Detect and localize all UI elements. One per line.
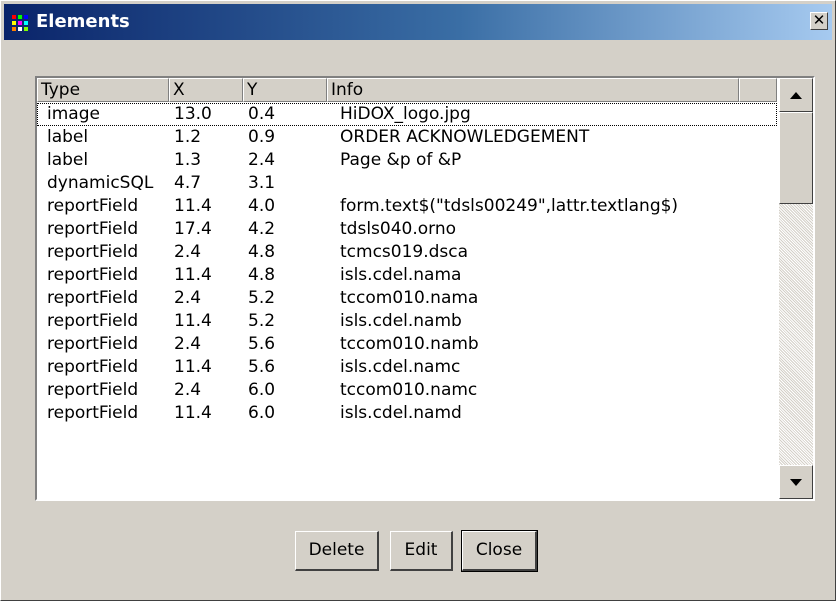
column-header-type[interactable]: Type [37, 78, 169, 102]
table-row[interactable]: reportField 11.4 6.0 isls.cdel.namd [37, 402, 777, 425]
cell-y: 4.8 [248, 242, 276, 262]
arrow-up-icon [790, 91, 802, 99]
table-row[interactable]: reportField 11.4 5.2 isls.cdel.namb [37, 310, 777, 333]
table-row[interactable]: dynamicSQL 4.7 3.1 [37, 172, 777, 195]
cell-info: tdsls040.orno [340, 219, 457, 239]
cell-y: 5.6 [248, 357, 276, 377]
table-row[interactable]: label 1.3 2.4 Page &p of &P [37, 149, 777, 172]
cell-type: reportField [47, 288, 139, 308]
list-rows: image 13.0 0.4 HiDOX_logo.jpg label 1.2 0.9 OR… [37, 103, 777, 425]
cell-info: isls.cdel.nama [340, 265, 462, 285]
cell-info: HiDOX_logo.jpg [340, 104, 471, 124]
cell-y: 4.8 [248, 265, 276, 285]
table-row[interactable]: reportField 11.4 5.6 isls.cdel.namc [37, 356, 777, 379]
cell-info: isls.cdel.namb [340, 311, 462, 331]
cell-info: Page &p of &P [340, 150, 462, 170]
cell-type: reportField [47, 357, 139, 377]
table-row[interactable]: reportField 2.4 5.6 tccom010.namb [37, 333, 777, 356]
cell-y: 3.1 [248, 173, 276, 193]
cell-y: 5.2 [248, 288, 276, 308]
cell-x: 4.7 [174, 173, 202, 193]
cell-x: 11.4 [174, 403, 212, 423]
cell-y: 5.2 [248, 311, 276, 331]
arrow-down-icon [790, 478, 802, 486]
cell-y: 6.0 [248, 380, 276, 400]
cell-y: 4.2 [248, 219, 276, 239]
column-header-y[interactable]: Y [243, 78, 327, 102]
cell-x: 2.4 [174, 380, 202, 400]
cell-type: reportField [47, 196, 139, 216]
elements-window: Elements ✕ Type X Y Info image 13.0 0.4 HiD… [0, 0, 836, 601]
list-header: Type X Y Info [37, 78, 777, 102]
cell-info: tccom010.nama [340, 288, 479, 308]
column-header-filler [739, 78, 777, 102]
cell-type: image [47, 104, 100, 124]
cell-type: reportField [47, 311, 139, 331]
scroll-up-button[interactable] [779, 78, 813, 112]
cell-info: tccom010.namb [340, 334, 479, 354]
cell-y: 0.9 [248, 127, 276, 147]
scroll-down-button[interactable] [779, 465, 813, 499]
table-row[interactable]: reportField 11.4 4.0 form.text$("tdsls00249… [37, 195, 777, 218]
cell-type: reportField [47, 265, 139, 285]
edit-button[interactable]: Edit [390, 531, 453, 571]
cell-y: 4.0 [248, 196, 276, 216]
title-bar[interactable]: Elements ✕ [4, 4, 832, 40]
table-row[interactable]: reportField 2.4 6.0 tccom010.namc [37, 379, 777, 402]
column-header-info[interactable]: Info [327, 78, 739, 102]
cell-info: ORDER ACKNOWLEDGEMENT [340, 127, 590, 147]
cell-x: 11.4 [174, 265, 212, 285]
cell-type: label [47, 127, 89, 147]
cell-x: 2.4 [174, 334, 202, 354]
cell-y: 0.4 [248, 104, 276, 124]
vertical-scrollbar[interactable] [779, 78, 813, 499]
cell-type: reportField [47, 403, 139, 423]
cell-type: label [47, 150, 89, 170]
cell-x: 1.2 [174, 127, 202, 147]
cell-type: reportField [47, 219, 139, 239]
close-button[interactable]: Close [461, 530, 538, 572]
cell-info: form.text$("tdsls00249",lattr.textlang$) [340, 196, 679, 216]
scrollbar-thumb[interactable] [779, 112, 813, 204]
close-icon[interactable]: ✕ [810, 12, 828, 30]
table-row[interactable]: image 13.0 0.4 HiDOX_logo.jpg [37, 103, 777, 126]
cell-type: dynamicSQL [47, 173, 154, 193]
cell-type: reportField [47, 334, 139, 354]
table-row[interactable]: reportField 17.4 4.2 tdsls040.orno [37, 218, 777, 241]
cell-type: reportField [47, 380, 139, 400]
cell-x: 11.4 [174, 357, 212, 377]
table-row[interactable]: reportField 2.4 5.2 tccom010.nama [37, 287, 777, 310]
cell-x: 11.4 [174, 196, 212, 216]
table-row[interactable]: reportField 2.4 4.8 tcmcs019.dsca [37, 241, 777, 264]
cell-info: tccom010.namc [340, 380, 478, 400]
column-header-x[interactable]: X [169, 78, 243, 102]
table-row[interactable]: label 1.2 0.9 ORDER ACKNOWLEDGEMENT [37, 126, 777, 149]
elements-list[interactable]: Type X Y Info image 13.0 0.4 HiDOX_logo.jpg… [35, 76, 815, 501]
cell-x: 17.4 [174, 219, 212, 239]
cell-y: 5.6 [248, 334, 276, 354]
table-row[interactable]: reportField 11.4 4.8 isls.cdel.nama [37, 264, 777, 287]
cell-info: isls.cdel.namd [340, 403, 462, 423]
cell-info: tcmcs019.dsca [340, 242, 469, 262]
cell-x: 13.0 [174, 104, 212, 124]
cell-x: 2.4 [174, 242, 202, 262]
app-icon [11, 14, 29, 32]
delete-button[interactable]: Delete [295, 531, 379, 571]
cell-info: isls.cdel.namc [340, 357, 461, 377]
cell-x: 1.3 [174, 150, 202, 170]
cell-y: 2.4 [248, 150, 276, 170]
cell-y: 6.0 [248, 403, 276, 423]
cell-x: 2.4 [174, 288, 202, 308]
cell-x: 11.4 [174, 311, 212, 331]
cell-type: reportField [47, 242, 139, 262]
window-title: Elements [36, 11, 130, 32]
